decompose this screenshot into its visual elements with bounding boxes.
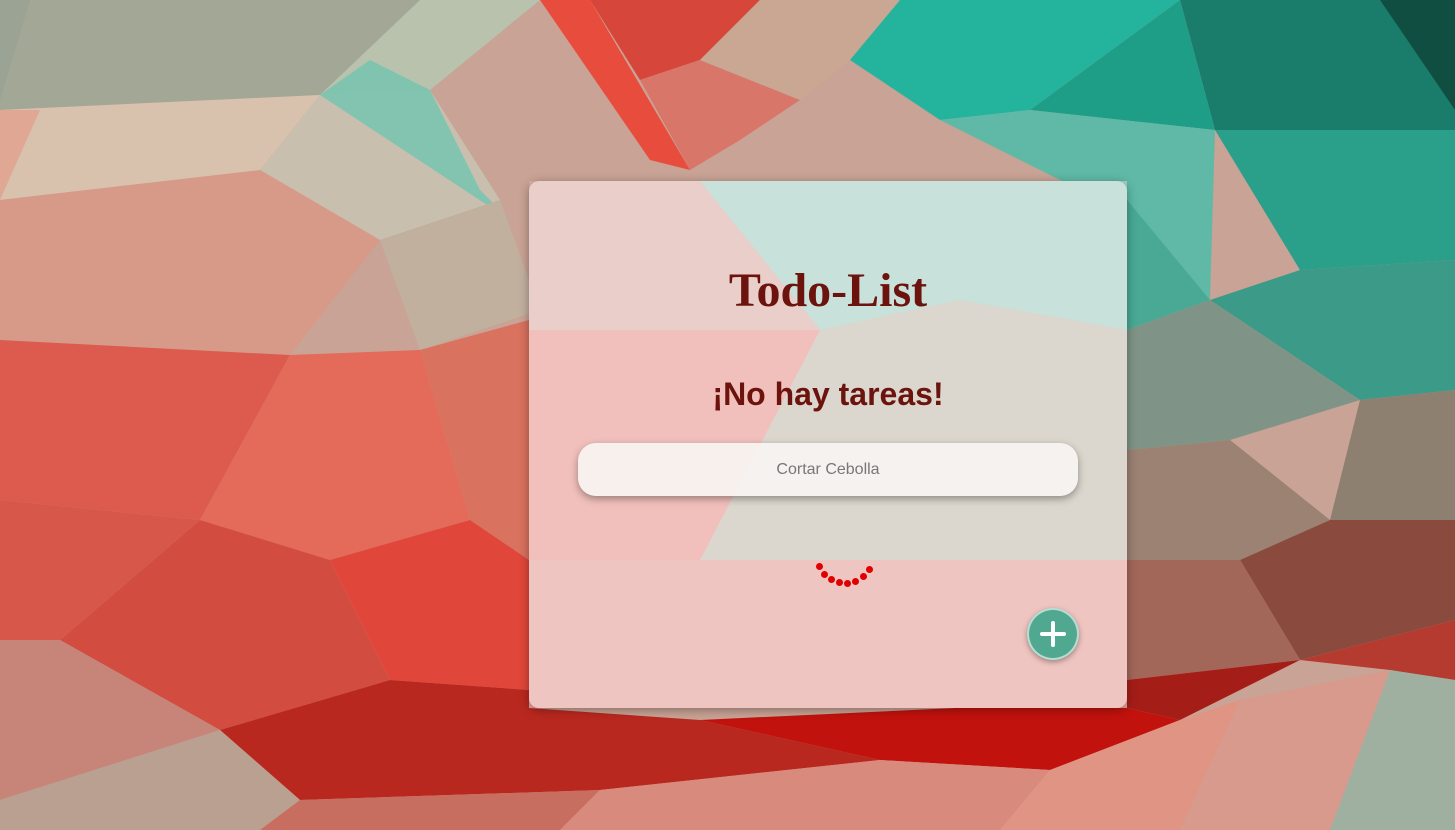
app-title: Todo-List (728, 264, 928, 317)
plus-icon (1040, 621, 1066, 647)
add-task-button[interactable] (1027, 608, 1079, 660)
task-input[interactable] (578, 443, 1078, 496)
empty-message: ¡No hay tareas! (712, 376, 944, 412)
loading-spinner-icon (809, 561, 879, 591)
todo-card: Todo-List ¡No hay tareas! (529, 181, 1127, 708)
